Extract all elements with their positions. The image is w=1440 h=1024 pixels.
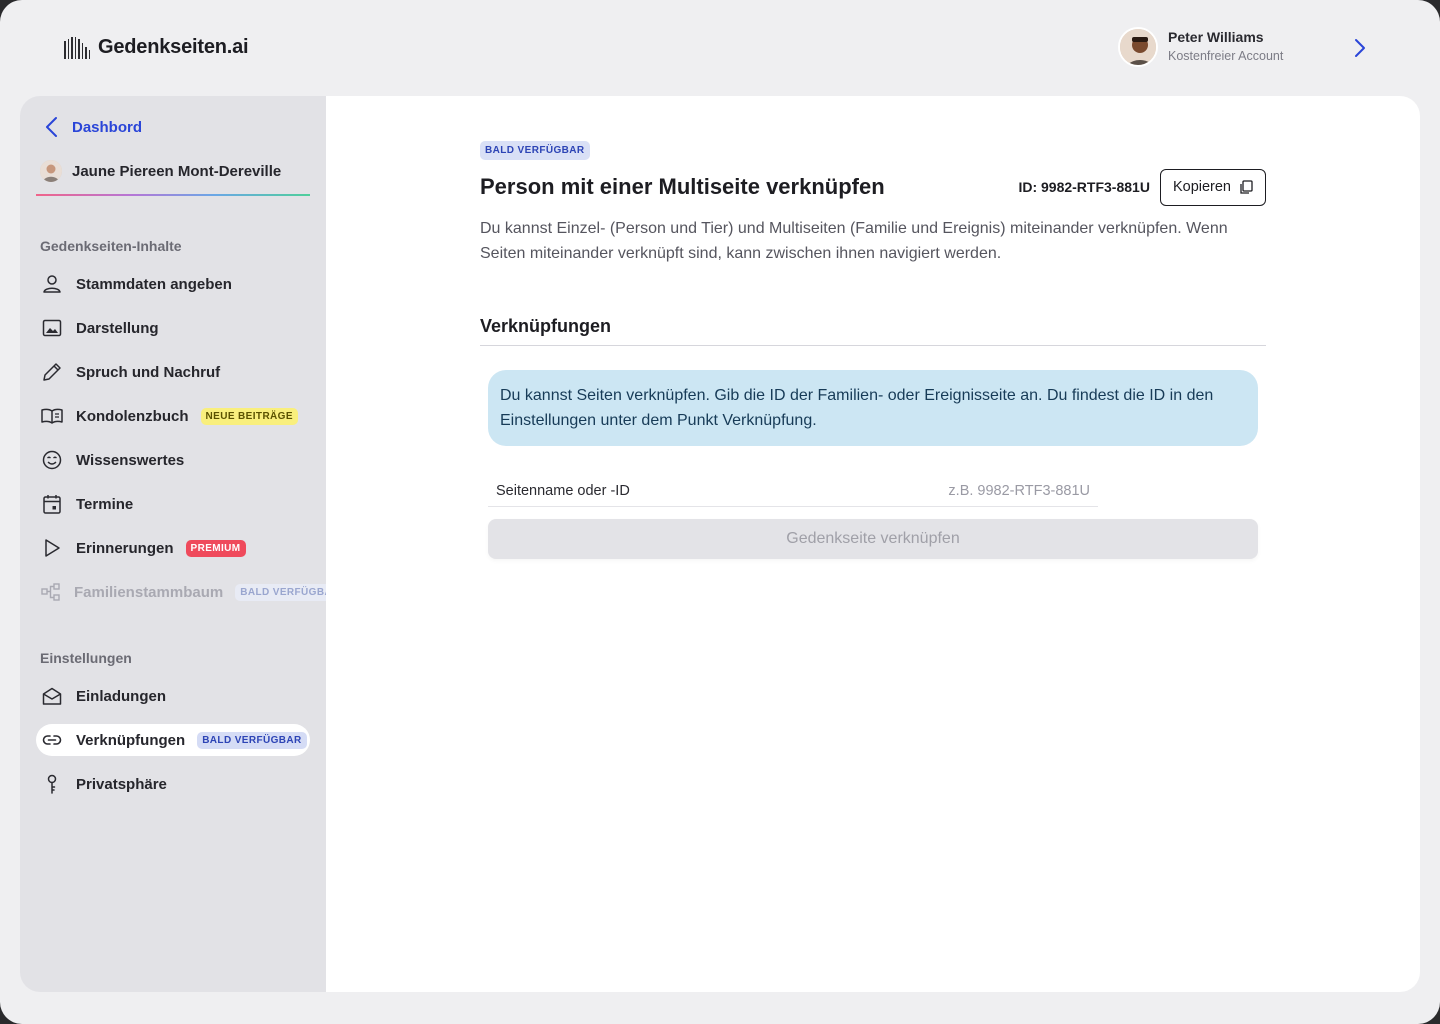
user-plan: Kostenfreier Account: [1168, 48, 1284, 63]
sidebar-item-kondolenzbuch[interactable]: Kondolenzbuch NEUE BEITRÄGE: [36, 400, 310, 432]
sidebar-item-einladungen[interactable]: Einladungen: [36, 680, 310, 712]
calendar-icon: [40, 492, 64, 516]
link-page-button[interactable]: Gedenkseite verknüpfen: [488, 519, 1258, 559]
sidebar-item-stammdaten[interactable]: Stammdaten angeben: [36, 268, 310, 300]
page-id: ID: 9982-RTF3-881U: [1018, 179, 1150, 195]
logo-icon: [64, 36, 90, 59]
book-icon: [40, 404, 64, 428]
sidebar-item-familienstammbaum: Familienstammbaum BALD VERFÜGBAR: [36, 576, 345, 608]
smiley-icon: [40, 448, 64, 472]
pencil-icon: [40, 360, 64, 384]
page-title: Person mit einer Multiseite verknüpfen: [480, 174, 885, 199]
sidebar-item-label: Familienstammbaum: [74, 583, 224, 601]
play-icon: [40, 536, 64, 560]
image-icon: [40, 316, 64, 340]
app-logo[interactable]: Gedenkseiten.ai: [64, 36, 249, 59]
sidebar-item-label: Einladungen: [76, 687, 166, 705]
page-id-input[interactable]: [870, 483, 1090, 499]
sidebar-item-spruch[interactable]: Spruch und Nachruf: [36, 356, 310, 388]
envelope-icon: [40, 684, 64, 708]
owner-avatar: [40, 160, 62, 182]
sidebar-item-erinnerungen[interactable]: Erinnerungen PREMIUM: [36, 532, 310, 564]
app-name: Gedenkseiten.ai: [98, 36, 249, 58]
chevron-left-icon: [46, 117, 57, 137]
page-owner[interactable]: Jaune Piereen Mont-Dereville: [40, 160, 281, 182]
copy-button-label: Kopieren: [1172, 179, 1231, 195]
copy-icon: [1240, 180, 1253, 194]
link-icon: [40, 728, 64, 752]
owner-name: Jaune Piereen Mont-Dereville: [72, 162, 282, 180]
user-menu[interactable]: Peter Williams Kostenfreier Account: [1118, 27, 1283, 67]
sidebar-item-label: Spruch und Nachruf: [76, 363, 221, 381]
page-id-field: Seitenname oder -ID: [488, 478, 1098, 507]
sidebar-item-label: Darstellung: [76, 319, 159, 337]
field-label: Seitenname oder -ID: [496, 483, 630, 499]
settings-section-title: Einstellungen: [40, 650, 132, 666]
section-title: Verknüpfungen: [480, 316, 1266, 346]
tree-icon: [40, 580, 62, 604]
main-panel: BALD VERFÜGBAR Person mit einer Multisei…: [326, 96, 1420, 992]
sidebar-item-label: Erinnerungen: [76, 539, 174, 557]
sidebar-item-termine[interactable]: Termine: [36, 488, 310, 520]
user-name: Peter Williams: [1168, 29, 1264, 46]
sidebar-item-privatsphaere[interactable]: Privatsphäre: [36, 768, 310, 800]
sidebar: Dashbord Jaune Piereen Mont-Dereville Ge…: [20, 96, 345, 992]
back-to-dashboard-link[interactable]: Dashbord: [42, 116, 142, 138]
sidebar-item-label: Kondolenzbuch: [76, 407, 189, 425]
sidebar-item-wissenswertes[interactable]: Wissenswertes: [36, 444, 310, 476]
new-posts-badge: NEUE BEITRÄGE: [200, 407, 298, 425]
sidebar-item-label: Termine: [76, 495, 134, 513]
info-box: Du kannst Seiten verknüpfen. Gib die ID …: [488, 370, 1258, 446]
sidebar-item-label: Wissenswertes: [76, 451, 185, 469]
coming-soon-badge: BALD VERFÜGBAR: [197, 731, 307, 749]
sidebar-item-darstellung[interactable]: Darstellung: [36, 312, 310, 344]
sidebar-item-label: Stammdaten angeben: [76, 275, 232, 293]
back-label: Dashbord: [72, 118, 143, 136]
owner-divider: [36, 194, 310, 196]
copy-id-button[interactable]: Kopieren: [1159, 168, 1266, 206]
sidebar-item-label: Privatsphäre: [76, 775, 167, 793]
sidebar-item-verknuepfungen[interactable]: Verknüpfungen BALD VERFÜGBAR: [36, 724, 310, 756]
sidebar-item-label: Verknüpfungen: [76, 731, 186, 749]
app-window: Gedenkseiten.ai Peter Williams Kostenfre…: [0, 0, 1440, 1024]
content-section-title: Gedenkseiten-Inhalte: [40, 238, 182, 254]
person-icon: [40, 272, 64, 296]
chevron-right-icon[interactable]: [1348, 36, 1372, 60]
premium-badge: PREMIUM: [185, 539, 246, 557]
coming-soon-badge: BALD VERFÜGBAR: [480, 141, 590, 160]
page-description: Du kannst Einzel- (Person und Tier) und …: [480, 220, 1228, 262]
key-icon: [40, 772, 64, 796]
user-avatar: [1118, 27, 1158, 67]
